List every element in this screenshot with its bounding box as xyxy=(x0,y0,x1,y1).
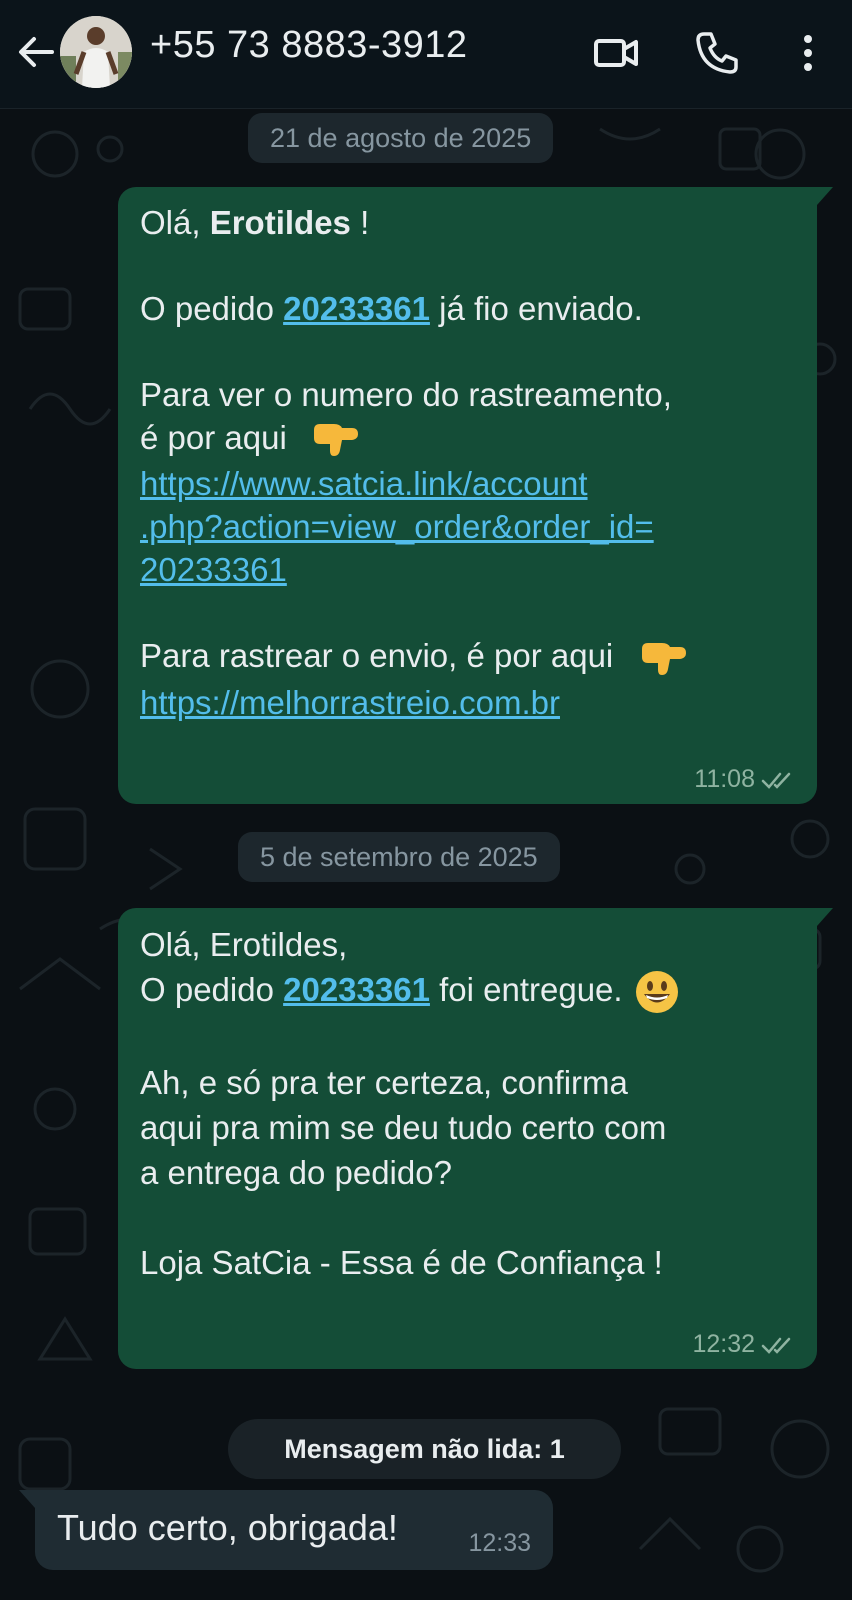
date-separator: 5 de setembro de 2025 xyxy=(238,832,560,882)
pointing-down-emoji xyxy=(642,642,687,675)
message-text: Olá, Erotildes ! O pedido 20233361 já fi… xyxy=(140,201,795,724)
shipping-link[interactable]: https://melhorrastreio.com.br xyxy=(140,684,560,721)
avatar[interactable] xyxy=(60,16,132,88)
video-call-icon[interactable] xyxy=(592,28,642,78)
contact-name[interactable]: +55 73 8883-3912 xyxy=(150,24,468,67)
tracking-link[interactable]: https://www.satcia.link/account xyxy=(140,465,588,502)
message-time: 12:32 xyxy=(692,1330,755,1358)
pointing-down-emoji xyxy=(313,424,358,457)
more-options-icon[interactable] xyxy=(783,28,833,78)
customer-name: Erotildes xyxy=(209,204,351,241)
incoming-message[interactable]: Tudo certo, obrigada! 12:33 xyxy=(19,1490,553,1570)
chat-header: +55 73 8883-3912 xyxy=(0,0,852,109)
order-number-link[interactable]: 20233361 xyxy=(283,971,430,1008)
message-time: 12:33 xyxy=(468,1529,531,1557)
unread-messages-banner: Mensagem não lida: 1 xyxy=(228,1419,621,1479)
order-number-link[interactable]: 20233361 xyxy=(283,290,430,327)
grinning-face-emoji xyxy=(635,971,678,1014)
outgoing-message[interactable]: Olá, Erotildes, O pedido 20233361 foi en… xyxy=(118,908,833,1369)
message-meta: 11:08 xyxy=(694,765,795,794)
chat-area[interactable]: 21 de agosto de 2025 Olá, Erotildes ! O … xyxy=(0,109,852,1600)
tracking-link[interactable]: .php?action=view_order&order_id= xyxy=(140,508,654,545)
message-text: Olá, Erotildes, O pedido 20233361 foi en… xyxy=(140,922,795,1285)
message-meta: 12:32 xyxy=(692,1330,795,1359)
phone-icon[interactable] xyxy=(692,28,742,78)
back-arrow-icon[interactable] xyxy=(14,30,58,74)
date-separator: 21 de agosto de 2025 xyxy=(248,113,554,163)
message-time: 11:08 xyxy=(694,765,755,793)
tracking-link[interactable]: 20233361 xyxy=(140,551,287,588)
message-text: Tudo certo, obrigada! xyxy=(57,1507,398,1548)
outgoing-message[interactable]: Olá, Erotildes ! O pedido 20233361 já fi… xyxy=(118,187,833,804)
double-check-icon xyxy=(761,1337,791,1354)
double-check-icon xyxy=(761,772,791,789)
